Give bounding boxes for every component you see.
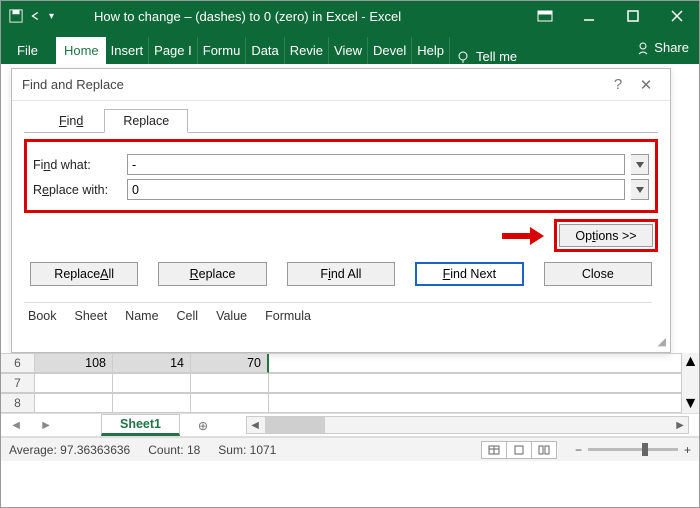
tab-insert[interactable]: Insert [106,37,150,64]
hscroll-left-icon[interactable]: ◄ [247,418,263,432]
hscroll-thumb[interactable] [265,417,325,433]
row-header-7[interactable]: 7 [1,374,35,393]
options-highlight-box: Options >> [554,219,658,252]
close-dialog-button[interactable]: Close [544,262,652,286]
find-what-dropdown[interactable] [631,154,649,175]
dialog-tabs: Find Replace [12,101,670,133]
hscroll-right-icon[interactable]: ► [672,418,688,432]
tellme-label: Tell me [476,49,517,64]
find-all-button[interactable]: Find All [287,262,395,286]
replace-button[interactable]: Replace [158,262,266,286]
hdr-book[interactable]: Book [24,307,71,325]
tab-review[interactable]: Revie [285,37,329,64]
minimize-button[interactable] [567,1,611,31]
hdr-formula[interactable]: Formula [261,307,325,325]
status-bar: Average: 97.36363636 Count: 18 Sum: 1071… [1,437,699,461]
hdr-sheet[interactable]: Sheet [71,307,122,325]
undo-icon[interactable] [29,9,43,23]
tab-file[interactable]: File [1,37,56,64]
excel-window: ▾ How to change – (dashes) to 0 (zero) i… [0,0,700,508]
hdr-name[interactable]: Name [121,307,172,325]
zoom-slider[interactable]: − + [575,443,691,457]
find-what-input[interactable] [127,154,625,175]
scroll-up-icon[interactable]: ▲ [682,353,699,371]
row-header-8[interactable]: 8 [1,394,35,413]
qat-more-icon[interactable]: ▾ [49,11,54,22]
dialog-help-button[interactable]: ? [604,76,632,93]
tab-formulas[interactable]: Formu [198,37,247,64]
replace-with-input[interactable] [127,179,625,200]
cell-empty[interactable] [35,394,113,413]
hdr-cell[interactable]: Cell [173,307,213,325]
find-next-button[interactable]: Find Next [415,262,524,286]
cell-empty[interactable] [113,394,191,413]
sheet-tab-sheet1[interactable]: Sheet1 [101,414,180,436]
inputs-highlight-box: Find what: Replace with: [24,139,658,213]
tab-pagelayout[interactable]: Page I [149,37,198,64]
share-button[interactable]: Share [636,31,689,64]
vertical-scrollbar[interactable]: ▲ ▼ [681,353,699,413]
cell[interactable]: 14 [113,354,191,373]
replace-all-button[interactable]: Replace All [30,262,138,286]
tab-view[interactable]: View [329,37,368,64]
cell-empty[interactable] [35,374,113,393]
maximize-button[interactable] [611,1,655,31]
tab-help[interactable]: Help [412,37,450,64]
cell-empty[interactable] [191,394,269,413]
tab-data[interactable]: Data [246,37,284,64]
lightbulb-icon [456,50,470,64]
status-count: Count: 18 [148,443,200,457]
ribbon-display-button[interactable] [523,1,567,31]
grid-row-8: 8 [1,393,699,413]
cell-empty[interactable] [269,374,699,393]
status-average: Average: 97.36363636 [9,443,130,457]
tab-home[interactable]: Home [56,37,106,64]
cell-empty[interactable] [269,354,699,373]
results-headers: Book Sheet Name Cell Value Formula [24,302,652,325]
find-replace-dialog: Find and Replace ? ✕ Find Replace Find w… [11,68,671,353]
cell-empty[interactable] [191,374,269,393]
grid-row-6: 6 108 14 70 [1,353,699,373]
titlebar: ▾ How to change – (dashes) to 0 (zero) i… [1,1,699,31]
cell[interactable]: 108 [35,354,113,373]
annotation-arrow [502,227,544,245]
view-pagelayout-button[interactable] [506,441,532,459]
share-icon [636,41,650,55]
share-label: Share [654,40,689,55]
find-what-label: Find what: [33,158,121,172]
autosave-icon [9,9,23,23]
cell-empty[interactable] [269,394,699,413]
zoom-out-button[interactable]: − [575,443,582,457]
ribbon-tabs: File Home Insert Page I Formu Data Revie… [1,31,699,64]
dialog-resize-grip[interactable]: ◢ [12,335,670,352]
sheet-nav-prev[interactable]: ◄ [1,418,31,432]
zoom-in-button[interactable]: + [684,443,691,457]
horizontal-scrollbar[interactable]: ◄ ► [246,416,689,434]
replace-with-dropdown[interactable] [631,179,649,200]
scroll-down-icon[interactable]: ▼ [682,395,699,413]
dialog-title: Find and Replace [22,77,124,92]
cell-empty[interactable] [113,374,191,393]
new-sheet-button[interactable]: ⊕ [190,415,216,435]
tab-developer[interactable]: Devel [368,37,412,64]
tellme-search[interactable]: Tell me [456,49,517,64]
close-button[interactable] [655,1,699,31]
dialog-close-button[interactable]: ✕ [632,76,660,94]
cell[interactable]: 70 [191,354,269,373]
row-header-6[interactable]: 6 [1,354,35,373]
grid-row-7: 7 [1,373,699,393]
hdr-value[interactable]: Value [212,307,261,325]
tab-replace[interactable]: Replace [104,109,188,133]
sheet-nav-next[interactable]: ► [31,418,61,432]
window-title: How to change – (dashes) to 0 (zero) in … [94,9,401,24]
view-normal-button[interactable] [481,441,507,459]
view-pagebreak-button[interactable] [531,441,557,459]
tab-find[interactable]: Find [40,109,102,133]
replace-with-label: Replace with: [33,183,121,197]
zoom-knob[interactable] [642,443,648,456]
options-button[interactable]: Options >> [559,224,653,247]
sheet-tab-bar: ◄ ► Sheet1 ⊕ ◄ ► [1,413,699,437]
status-sum: Sum: 1071 [218,443,276,457]
